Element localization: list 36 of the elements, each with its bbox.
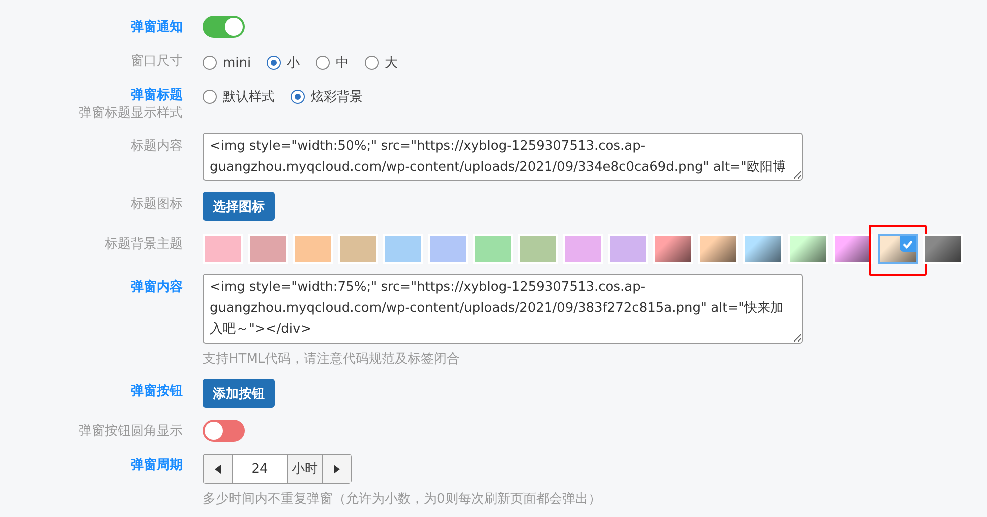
radio-label[interactable]: 小 xyxy=(287,54,300,72)
left-triangle-icon xyxy=(215,464,221,474)
field-label: 标题图标 xyxy=(131,196,183,214)
field-description: 弹窗标题显示样式 xyxy=(79,105,183,123)
action-button[interactable]: 添加按钮 xyxy=(203,379,275,408)
radio-button[interactable] xyxy=(203,56,217,70)
color-swatch[interactable] xyxy=(878,234,918,264)
toggle-switch[interactable] xyxy=(203,420,245,442)
code-input-field[interactable]: <img style="width:75%;" src="https://xyblog-1259307513.cos.ap-guangzhou.myqcloud.com/wp-content/uploads/2021/09/383f272c815a.png" alt="快来加入吧～"></div> xyxy=(203,274,803,344)
hint-text: 支持HTML代码，请注意代码规范及标签闭合 xyxy=(203,351,462,368)
radio-label[interactable]: 大 xyxy=(385,54,398,72)
toggle-switch[interactable] xyxy=(203,16,245,38)
field-label: 弹窗内容 xyxy=(131,279,183,297)
field-label: 标题背景主题 xyxy=(105,236,183,254)
radio-label[interactable]: 中 xyxy=(336,54,350,72)
action-button[interactable]: 选择图标 xyxy=(203,192,275,221)
number-input-field[interactable]: 24 xyxy=(232,455,288,483)
field-label: 弹窗标题 xyxy=(131,87,183,105)
radio-button[interactable] xyxy=(365,56,380,70)
code-input-field[interactable]: <img style="width:50%;" src="https://xyblog-1259307513.cos.ap-guangzhou.myqcloud.com/wp-content/uploads/2021/09/334e8c0ca69d.png" alt="欧阳博 xyxy=(203,133,803,181)
field-label: 弹窗按钮 xyxy=(131,383,183,401)
radio-button[interactable] xyxy=(291,90,305,104)
field-label: 弹窗按钮圆角显示 xyxy=(79,423,183,441)
radio-button[interactable] xyxy=(316,56,330,70)
checkmark-icon xyxy=(900,236,916,252)
hint-text: 多少时间内不重复弹窗（允许为小数，为0则每次刷新页面都会弹出） xyxy=(203,491,602,508)
field-label: 窗口尺寸 xyxy=(131,53,183,71)
radio-label[interactable]: mini xyxy=(223,56,252,70)
field-label: 弹窗通知 xyxy=(131,19,183,37)
field-label: 标题内容 xyxy=(131,138,183,156)
radio-button[interactable] xyxy=(203,90,217,104)
radio-label[interactable]: 炫彩背景 xyxy=(311,88,363,106)
right-triangle-icon xyxy=(334,464,340,474)
radio-label[interactable]: 默认样式 xyxy=(223,88,275,106)
radio-button[interactable] xyxy=(267,56,282,70)
field-label: 弹窗周期 xyxy=(131,457,183,475)
